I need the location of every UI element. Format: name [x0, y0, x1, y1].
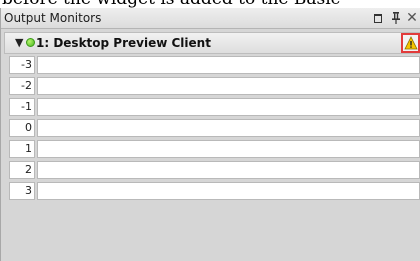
warning-button[interactable] — [401, 33, 420, 53]
monitor-row-bar[interactable] — [37, 140, 420, 158]
monitor-row: 0 — [9, 119, 420, 137]
monitor-row-bar[interactable] — [37, 161, 420, 179]
output-monitors-panel: Output Monitors ✕ ▼ 1: Desktop Preview C… — [0, 8, 420, 261]
maximize-icon — [374, 14, 382, 23]
monitor-row: -2 — [9, 77, 420, 95]
monitor-row-index: 2 — [9, 161, 35, 179]
warning-icon — [404, 36, 418, 50]
monitor-row: 2 — [9, 161, 420, 179]
collapse-arrow-icon[interactable]: ▼ — [15, 37, 23, 49]
monitor-row-index: 3 — [9, 182, 35, 200]
client-name: 1: Desktop Preview Client — [36, 36, 211, 50]
pin-button[interactable] — [389, 10, 403, 26]
monitor-row-index: -2 — [9, 77, 35, 95]
monitor-row-index: -3 — [9, 56, 35, 74]
monitor-row-bar[interactable] — [37, 98, 420, 116]
monitor-row-bar[interactable] — [37, 77, 420, 95]
caption-text: before the widget is added to the Basic — [2, 0, 340, 8]
status-dot-icon — [26, 38, 35, 47]
caption-text-strip: before the widget is added to the Basic — [0, 0, 420, 8]
monitor-row-index: 0 — [9, 119, 35, 137]
monitor-rows: -3 -2 -1 0 1 2 3 — [9, 56, 420, 203]
close-button[interactable]: ✕ — [405, 10, 419, 26]
maximize-button[interactable] — [371, 10, 385, 26]
monitor-row-bar[interactable] — [37, 119, 420, 137]
panel-titlebar[interactable]: Output Monitors ✕ — [1, 8, 420, 29]
close-icon: ✕ — [406, 10, 418, 26]
monitor-row: -3 — [9, 56, 420, 74]
client-header[interactable]: ▼ 1: Desktop Preview Client — [4, 32, 420, 54]
monitor-row-index: 1 — [9, 140, 35, 158]
monitor-row-bar[interactable] — [37, 182, 420, 200]
panel-title: Output Monitors — [4, 11, 102, 25]
monitor-row: 3 — [9, 182, 420, 200]
monitor-row-bar[interactable] — [37, 56, 420, 74]
monitor-row: -1 — [9, 98, 420, 116]
pin-icon — [392, 12, 400, 24]
monitor-row-index: -1 — [9, 98, 35, 116]
monitor-row: 1 — [9, 140, 420, 158]
